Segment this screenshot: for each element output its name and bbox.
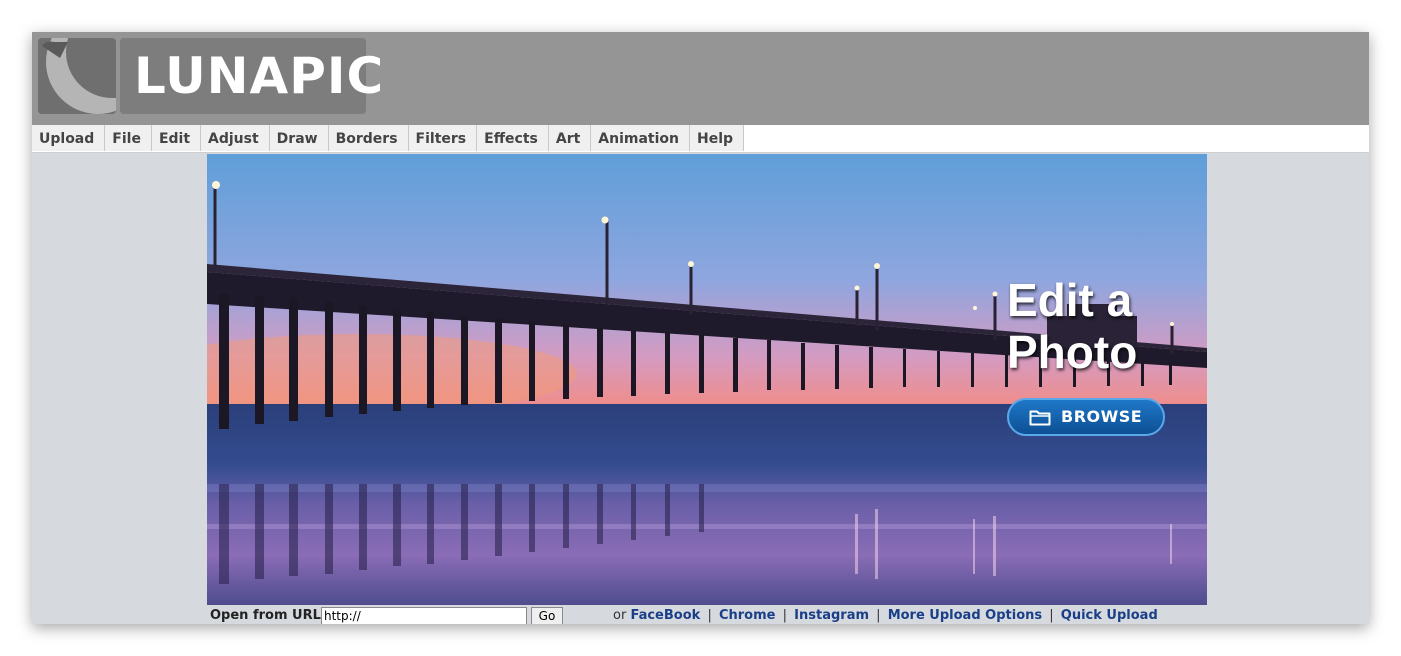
pier-sunset-image — [207, 154, 1207, 605]
or-text: or — [613, 608, 627, 623]
link-separator: | — [707, 608, 712, 623]
hero-banner[interactable]: Edit a Photo BROWSE — [207, 154, 1207, 605]
more-upload-options-link[interactable]: More Upload Options — [888, 608, 1042, 623]
quick-upload-link[interactable]: Quick Upload — [1061, 608, 1158, 623]
menu-bar: Upload File Edit Adjust Draw Borders Fil… — [32, 125, 1369, 153]
lunapic-logo[interactable]: LUNAPIC — [38, 38, 383, 114]
menu-animation[interactable]: Animation — [591, 125, 691, 151]
go-button[interactable]: Go — [531, 607, 563, 624]
folder-icon — [1029, 408, 1051, 426]
app-window: LUNAPIC Upload File Edit Adjust Draw Bor… — [32, 32, 1369, 624]
logo-text: LUNAPIC — [134, 47, 385, 105]
menu-upload[interactable]: Upload — [32, 125, 106, 151]
open-from-url-bar: Open from URL: Go or FaceBook | Chrome |… — [207, 605, 1207, 624]
hero-title: Edit a Photo — [1007, 274, 1197, 378]
menu-edit[interactable]: Edit — [151, 125, 202, 151]
hero-title-line2: Photo — [1007, 326, 1138, 378]
menu-draw[interactable]: Draw — [269, 125, 329, 151]
menu-borders[interactable]: Borders — [328, 125, 409, 151]
menu-adjust[interactable]: Adjust — [201, 125, 270, 151]
hero-title-line1: Edit a — [1007, 274, 1133, 326]
link-separator: | — [876, 608, 881, 623]
menu-file[interactable]: File — [105, 125, 152, 151]
main-menu: Upload File Edit Adjust Draw Borders Fil… — [32, 125, 745, 152]
moon-logo-icon — [38, 38, 116, 114]
url-input[interactable] — [321, 607, 527, 624]
chrome-link[interactable]: Chrome — [719, 608, 776, 623]
url-label: Open from URL: — [210, 608, 327, 623]
header: LUNAPIC — [32, 32, 1369, 125]
browse-label: BROWSE — [1061, 407, 1143, 426]
link-separator: | — [782, 608, 788, 623]
menu-help[interactable]: Help — [690, 125, 745, 151]
menu-filters[interactable]: Filters — [408, 125, 478, 151]
menu-art[interactable]: Art — [548, 125, 592, 151]
link-separator: | — [1049, 608, 1054, 623]
upload-links: or FaceBook | Chrome | Instagram | More … — [613, 608, 1158, 623]
logo-text-box: LUNAPIC — [120, 38, 383, 114]
facebook-link[interactable]: FaceBook — [630, 608, 700, 623]
menu-effects[interactable]: Effects — [477, 125, 549, 151]
browse-button[interactable]: BROWSE — [1007, 398, 1165, 436]
instagram-link[interactable]: Instagram — [794, 608, 869, 623]
